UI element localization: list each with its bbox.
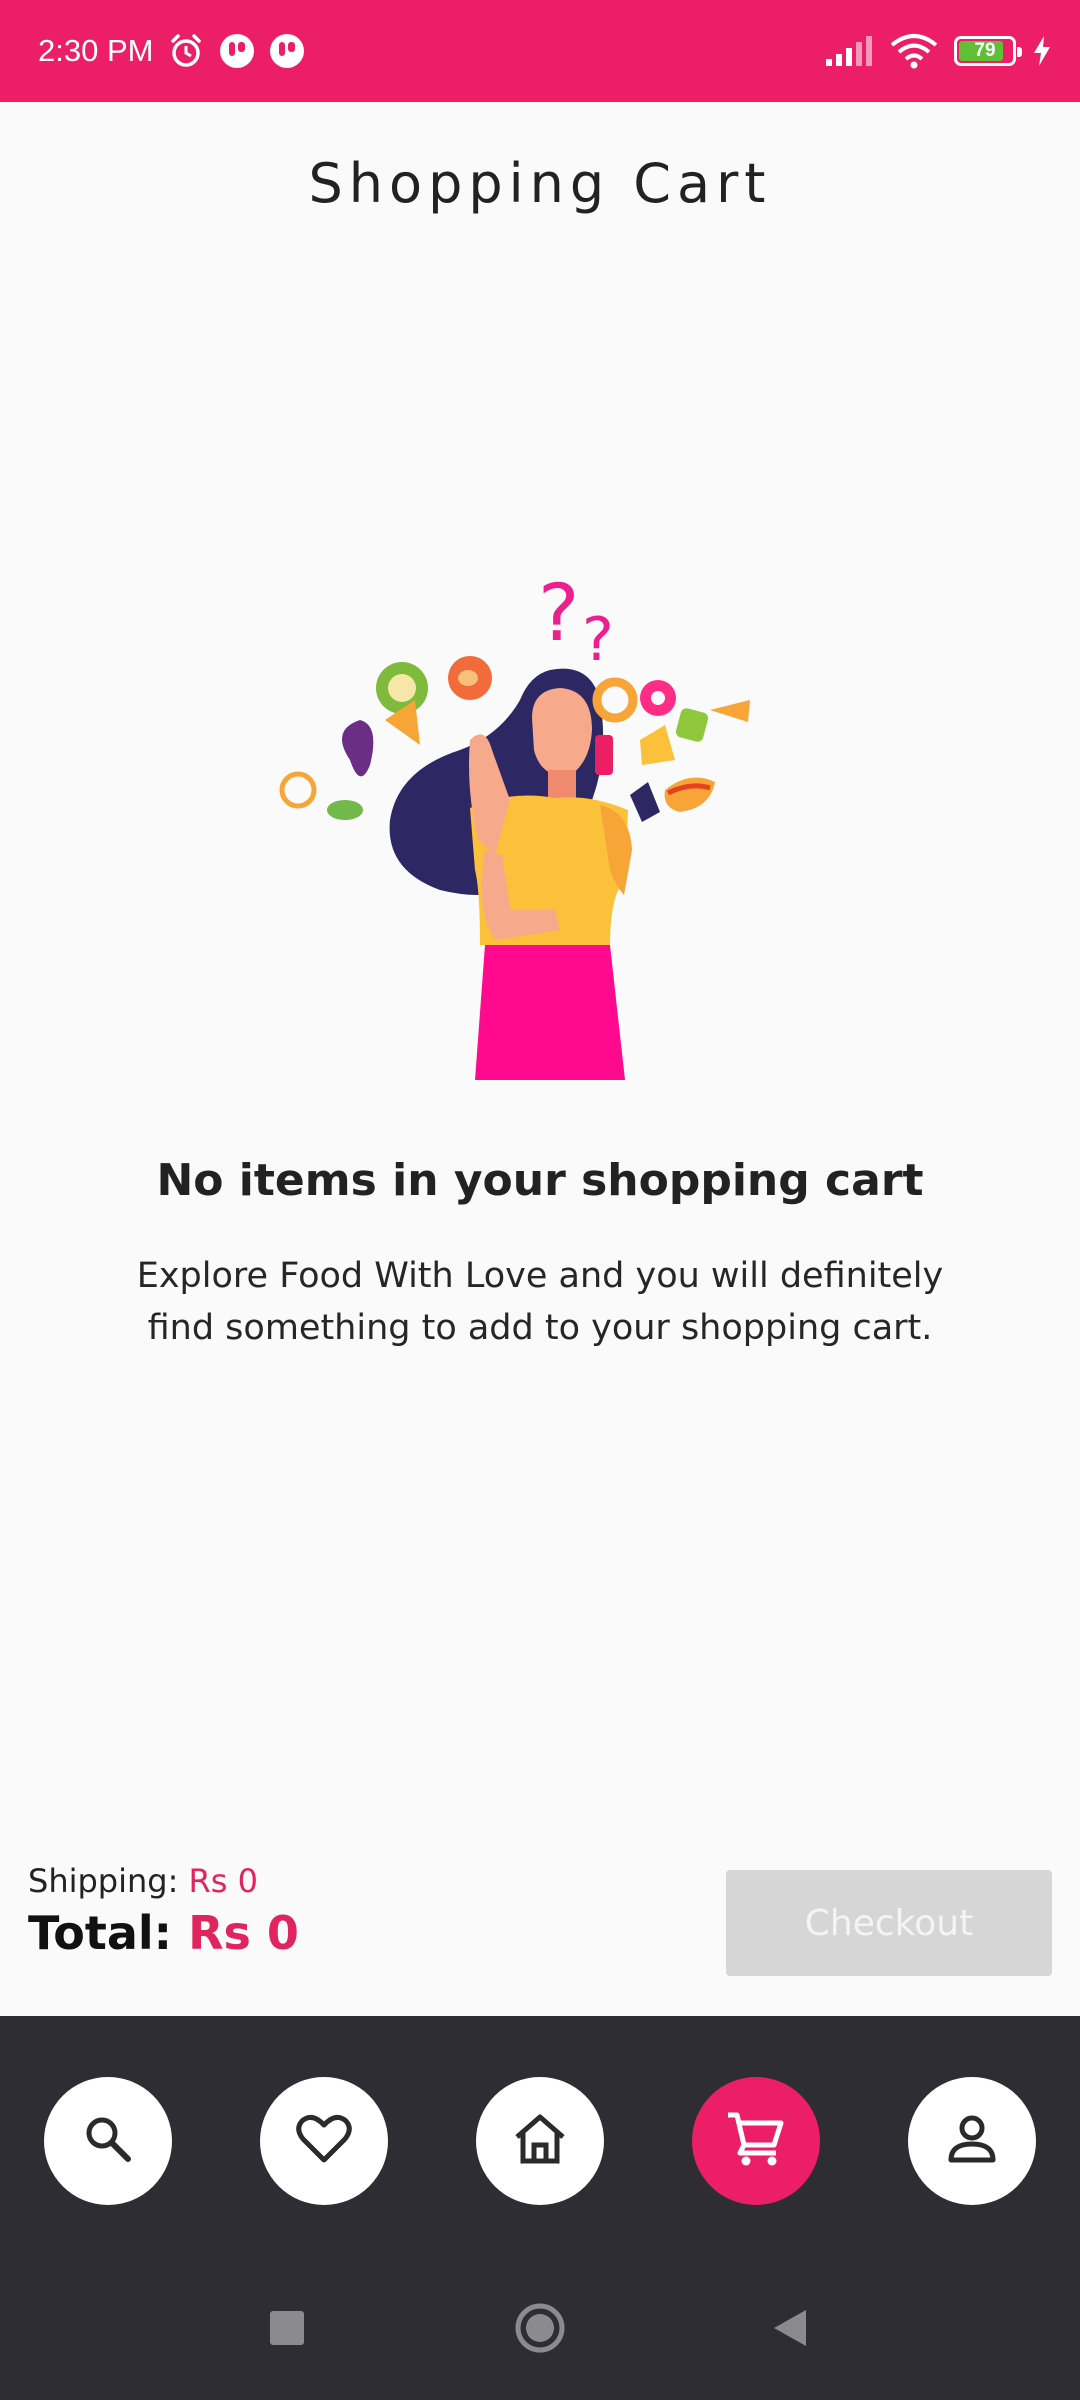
recents-button[interactable] [237,2280,337,2380]
battery-icon: 79 [954,36,1022,66]
circle-icon [514,2302,566,2358]
app-notification-icon [219,33,255,69]
alarm-icon [167,32,205,70]
order-summary: Shipping: Rs 0 Total: Rs 0 [28,1862,299,1960]
shipping-label: Shipping: [28,1862,179,1900]
home-icon [513,2113,567,2169]
status-bar: 2:30 PM 79 [0,0,1080,102]
empty-cart-message: Explore Food With Love and you will defi… [136,1256,944,1348]
status-time: 2:30 PM [38,33,154,68]
heart-icon [295,2113,353,2169]
nav-profile-button[interactable] [908,2077,1036,2205]
nav-favorites-button[interactable] [260,2077,388,2205]
back-button[interactable] [740,2280,840,2380]
home-button[interactable] [490,2280,590,2380]
svg-text:?: ? [582,605,614,675]
status-left: 2:30 PM [38,0,305,102]
shipping-value: Rs 0 [188,1862,258,1900]
nav-search-button[interactable] [44,2077,172,2205]
total-line: Total: Rs 0 [28,1906,299,1960]
total-label: Total: [28,1906,173,1960]
square-icon [269,2310,305,2350]
app-notification-icon [269,33,305,69]
checkout-button[interactable]: Checkout [726,1870,1052,1976]
back-triangle-icon [770,2308,810,2352]
search-icon [82,2113,134,2169]
cart-icon [726,2111,786,2171]
system-navigation [0,2280,1080,2390]
wifi-icon [890,33,938,69]
status-right: 79 [824,0,1052,102]
nav-cart-button[interactable] [692,2077,820,2205]
battery-level: 79 [974,40,996,61]
total-value: Rs 0 [188,1906,299,1960]
nav-home-button[interactable] [476,2077,604,2205]
svg-text:?: ? [538,569,579,659]
empty-cart-title: No items in your shopping cart [156,1155,924,1206]
thinking-woman-food-illustration: ? ? [270,550,780,1090]
person-icon [945,2112,999,2170]
page-title: Shopping Cart [308,152,772,215]
signal-icon [824,35,874,67]
shipping-line: Shipping: Rs 0 [28,1862,299,1900]
charging-icon [1032,35,1052,67]
